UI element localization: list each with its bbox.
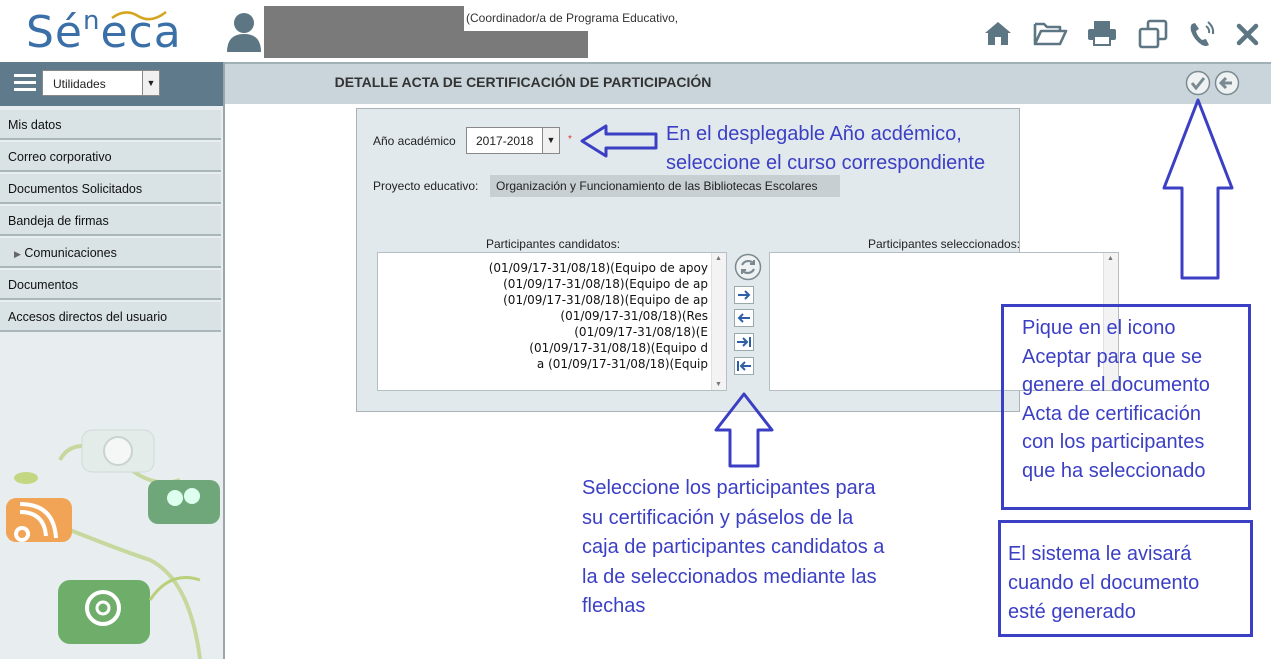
sidebar-item-comunicaciones[interactable]: ▶ Comunicaciones	[0, 238, 221, 268]
candidates-title: Participantes candidatos:	[485, 237, 621, 251]
list-item[interactable]: (01/09/17-31/08/18)(Res	[560, 309, 708, 323]
annotation-year: En el desplegable Año acdémico, seleccio…	[666, 123, 986, 174]
candidates-list[interactable]: (01/09/17-31/08/18)(Equipo de apoy (01/0…	[377, 252, 727, 391]
redacted-username	[264, 6, 464, 31]
hamburger-icon[interactable]	[14, 74, 36, 92]
annotation-select-participants: Seleccione los participantes para su cer…	[582, 477, 885, 617]
move-all-left-button[interactable]	[734, 357, 754, 375]
home-icon[interactable]	[982, 18, 1016, 50]
accept-button[interactable]	[1185, 70, 1211, 96]
utilities-select[interactable]: Utilidades ▼	[42, 70, 160, 96]
checkmark-icon	[1185, 70, 1211, 96]
sidebar-item-mis-datos[interactable]: Mis datos	[0, 110, 221, 140]
refresh-button[interactable]	[734, 253, 762, 281]
annotation-warn: El sistema le avisará cuando el document…	[1008, 543, 1200, 623]
arrow-left-icon	[737, 313, 750, 323]
required-mark: *	[568, 134, 572, 145]
user-role: (Coordinador/a de Programa Educativo,	[466, 11, 679, 25]
academic-year-select[interactable]: 2017-2018 ▼	[466, 127, 560, 154]
close-icon[interactable]	[1234, 18, 1268, 50]
list-item[interactable]: (01/09/17-31/08/18)(Equipo de apoy	[489, 261, 708, 275]
sidebar-item-accesos-directos[interactable]: Accesos directos del usuario	[0, 302, 221, 332]
caret-right-icon: ▶	[14, 249, 21, 259]
app-header	[0, 0, 1271, 62]
move-right-button[interactable]	[734, 286, 754, 304]
chevron-down-icon: ▼	[142, 71, 159, 95]
list-item[interactable]: (01/09/17-31/08/18)(Equipo de ap	[503, 277, 708, 291]
annotation-arrow-up-center	[714, 392, 774, 468]
selected-title: Participantes seleccionados:	[867, 237, 1021, 251]
refresh-icon	[734, 253, 762, 281]
sidebar-item-correo[interactable]: Correo corporativo	[0, 142, 221, 172]
phone-icon[interactable]	[1186, 18, 1220, 50]
user-icon	[227, 13, 261, 52]
arrow-left-icon	[1214, 70, 1240, 96]
folder-open-icon[interactable]	[1032, 18, 1068, 50]
move-all-right-button[interactable]	[734, 333, 754, 351]
sidebar-decoration-image	[6, 429, 220, 659]
academic-year-value: 2017-2018	[476, 134, 534, 148]
scroll-up-icon[interactable]: ▲	[1107, 255, 1114, 262]
annotation-accept: Pique en el icono Aceptar para que se ge…	[1022, 317, 1210, 482]
sidebar-item-bandeja-firmas[interactable]: Bandeja de firmas	[0, 206, 221, 236]
page-title: DETALLE ACTA DE CERTIFICACIÓN DE PARTICI…	[334, 74, 712, 90]
redacted-username-2	[264, 31, 588, 58]
candidates-scrollbar[interactable]: ▲ ▼	[711, 253, 726, 390]
scroll-up-icon[interactable]: ▲	[715, 255, 722, 262]
sidebar-item-documentos-solicitados[interactable]: Documentos Solicitados	[0, 174, 221, 204]
arrow-left-bar-icon	[737, 361, 751, 371]
list-item[interactable]: (01/09/17-31/08/18)(Equipo d	[529, 341, 708, 355]
project-label: Proyecto educativo:	[373, 179, 479, 193]
move-left-button[interactable]	[734, 309, 754, 327]
list-item[interactable]: a (01/09/17-31/08/18)(Equip	[537, 357, 708, 371]
scroll-down-icon[interactable]: ▼	[715, 381, 722, 388]
back-button[interactable]	[1214, 70, 1240, 96]
year-label: Año académico	[373, 134, 456, 148]
chevron-down-icon: ▼	[542, 128, 559, 153]
logo-swoosh-icon	[111, 11, 167, 21]
sidebar-item-documentos[interactable]: Documentos	[0, 270, 221, 300]
windows-icon[interactable]	[1136, 18, 1170, 50]
annotation-arrow-left	[580, 124, 658, 158]
project-value: Organización y Funcionamiento de las Bib…	[490, 175, 840, 197]
annotation-arrow-up-right	[1162, 98, 1234, 280]
utilities-select-value: Utilidades	[53, 77, 106, 91]
arrow-right-icon	[738, 290, 751, 300]
arrow-right-bar-icon	[737, 337, 751, 347]
list-item[interactable]: (01/09/17-31/08/18)(Equipo de ap	[503, 293, 708, 307]
print-icon[interactable]	[1085, 18, 1119, 50]
list-item[interactable]: (01/09/17-31/08/18)(E	[574, 325, 708, 339]
